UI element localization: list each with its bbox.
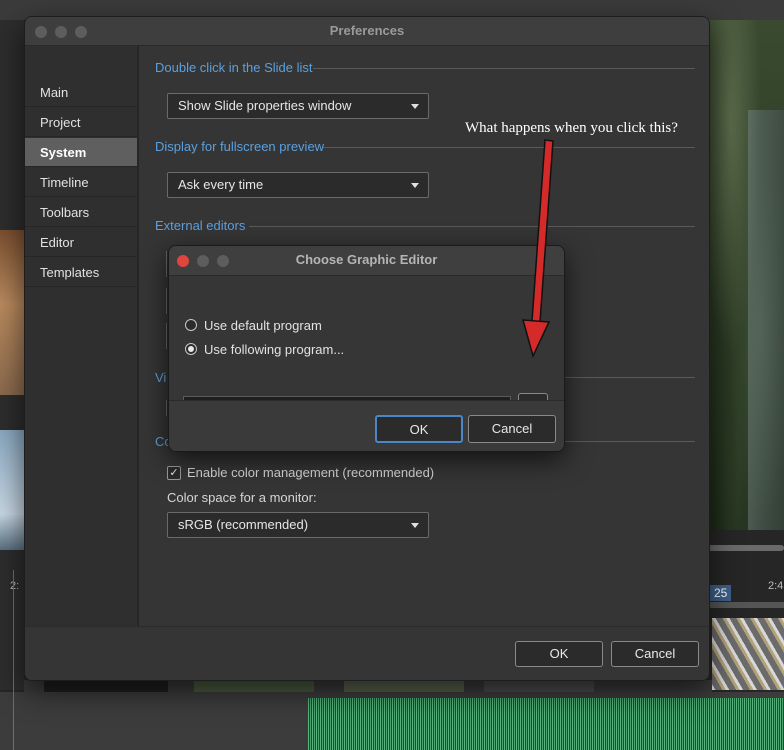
choose-graphic-editor-dialog: Choose Graphic Editor Use default progra… xyxy=(168,245,565,452)
fullscreen-display-select[interactable]: Ask every time xyxy=(167,172,429,198)
slide-thumbnail[interactable] xyxy=(0,430,24,550)
chevron-down-icon xyxy=(411,523,419,528)
slide-thumbnail[interactable] xyxy=(0,230,24,395)
preview-image xyxy=(708,20,784,530)
dialog-titlebar[interactable]: Choose Graphic Editor xyxy=(169,246,564,276)
dialog-ok-button[interactable]: OK xyxy=(375,415,463,443)
ruler-time-label: 2: xyxy=(10,580,20,592)
section-title-double-click: Double click in the Slide list xyxy=(155,60,313,75)
preferences-footer: OK Cancel xyxy=(25,626,709,680)
color-management-checkbox[interactable]: ✓ xyxy=(167,466,181,480)
section-divider xyxy=(313,68,695,69)
default-program-label: Use default program xyxy=(204,318,322,333)
color-management-label: Enable color management (recommended) xyxy=(187,465,435,480)
sidebar-item-main[interactable]: Main xyxy=(25,78,137,107)
ruler-time-label: 2:4 xyxy=(768,580,784,592)
following-program-radio[interactable] xyxy=(185,343,197,355)
chevron-down-icon xyxy=(411,183,419,188)
default-program-radio[interactable] xyxy=(185,319,197,331)
section-divider xyxy=(565,377,695,378)
section-title-fullscreen: Display for fullscreen preview xyxy=(155,139,325,154)
timeline-thumbnail[interactable] xyxy=(712,618,784,690)
timeline-slide-strip[interactable] xyxy=(24,680,712,692)
timeline-scrollbar[interactable] xyxy=(708,602,784,608)
following-program-label: Use following program... xyxy=(204,342,345,357)
select-value: sRGB (recommended) xyxy=(178,517,309,532)
playhead[interactable] xyxy=(13,570,14,750)
preferences-titlebar[interactable]: Preferences xyxy=(25,17,709,46)
monitor-color-space-label: Color space for a monitor: xyxy=(167,490,317,505)
sidebar-item-templates[interactable]: Templates xyxy=(25,258,137,287)
sidebar-item-timeline[interactable]: Timeline xyxy=(25,168,137,197)
select-value: Ask every time xyxy=(178,177,264,192)
preferences-sidebar: Main Project System Timeline Toolbars Ed… xyxy=(25,46,139,626)
select-value: Show Slide properties window xyxy=(178,98,352,113)
annotation-text: What happens when you click this? xyxy=(465,120,678,136)
audio-waveform xyxy=(308,698,784,750)
chevron-down-icon xyxy=(411,104,419,109)
sidebar-item-system[interactable]: System xyxy=(25,138,137,167)
timeline-badge: 25 xyxy=(710,585,732,601)
section-divider xyxy=(323,147,695,148)
zoom-slider[interactable] xyxy=(708,545,784,551)
audio-track[interactable] xyxy=(0,692,784,750)
dialog-cancel-button[interactable]: Cancel xyxy=(468,415,556,443)
monitor-color-space-select[interactable]: sRGB (recommended) xyxy=(167,512,429,538)
preferences-ok-button[interactable]: OK xyxy=(515,641,603,667)
section-divider xyxy=(249,226,695,227)
sidebar-item-project[interactable]: Project xyxy=(25,108,137,137)
preferences-cancel-button[interactable]: Cancel xyxy=(611,641,699,667)
dialog-title: Choose Graphic Editor xyxy=(295,252,438,267)
double-click-action-select[interactable]: Show Slide properties window xyxy=(167,93,429,119)
section-title-external-editors: External editors xyxy=(155,218,246,233)
sidebar-item-toolbars[interactable]: Toolbars xyxy=(25,198,137,227)
window-title: Preferences xyxy=(329,23,405,38)
section-divider xyxy=(565,441,695,442)
dialog-footer: OK Cancel xyxy=(169,401,564,451)
sidebar-item-editor[interactable]: Editor xyxy=(25,228,137,257)
